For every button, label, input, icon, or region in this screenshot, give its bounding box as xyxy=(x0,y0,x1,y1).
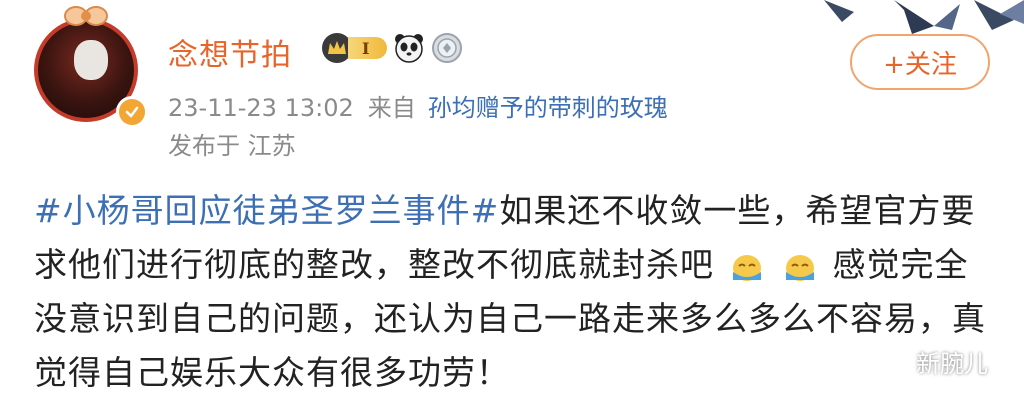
emoji-face-icon xyxy=(732,255,761,281)
post-meta: 23-11-23 13:02 来自 孙均赠予的带刺的玫瑰 xyxy=(168,88,668,123)
panda-badge-icon[interactable] xyxy=(393,32,425,64)
user-avatar-container[interactable] xyxy=(24,6,148,128)
bow-ornament-icon xyxy=(64,6,108,26)
username[interactable]: 念想节拍 xyxy=(168,30,292,74)
vip-level: I xyxy=(348,37,388,59)
emoji-face-icon xyxy=(786,255,814,281)
watermark-text: 新腕儿 xyxy=(916,350,988,378)
vip-badge[interactable]: I xyxy=(322,33,388,63)
source-link[interactable]: 孙均赠予的带刺的玫瑰 xyxy=(428,94,668,122)
verified-badge-icon xyxy=(116,96,148,128)
post-location: 发布于 江苏 xyxy=(168,132,296,160)
user-badges: I xyxy=(322,32,463,64)
post-timestamp[interactable]: 23-11-23 13:02 xyxy=(168,94,354,122)
follow-button[interactable]: +关注 xyxy=(850,34,990,90)
watermark: 新腕儿 xyxy=(884,344,988,379)
post-content: #小杨哥回应徒弟圣罗兰事件#如果还不收敛一些，希望官方要求他们进行彻底的整改，整… xyxy=(34,184,994,400)
avatar-face xyxy=(74,40,108,80)
wechat-icon xyxy=(884,351,910,372)
source-prefix: 来自 xyxy=(367,94,416,122)
medal-badge-icon[interactable] xyxy=(431,32,463,64)
follow-label: +关注 xyxy=(883,49,957,80)
hashtag-link[interactable]: #小杨哥回应徒弟圣罗兰事件# xyxy=(34,191,499,230)
